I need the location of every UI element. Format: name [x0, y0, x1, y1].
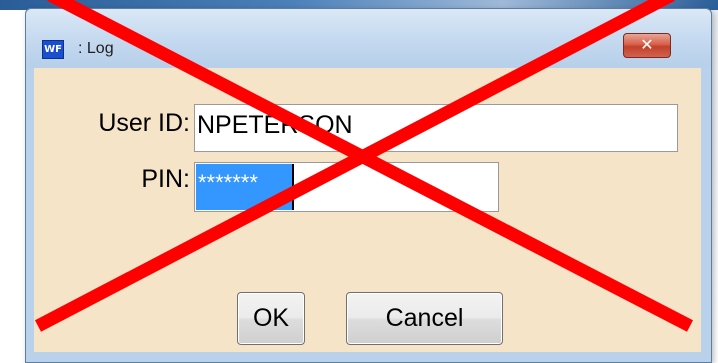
ok-button[interactable]: OK: [237, 292, 305, 345]
app-icon: WF: [42, 40, 64, 59]
close-icon: ✕: [640, 35, 654, 54]
text-caret: [292, 164, 294, 210]
login-dialog: WF : Log ✕ User ID: NPETERSON PIN: *****…: [25, 8, 712, 363]
user-id-label: User ID:: [98, 109, 190, 137]
dialog-body: User ID: NPETERSON PIN: ******* OK Cance…: [34, 68, 701, 352]
user-id-field[interactable]: NPETERSON: [194, 104, 678, 152]
pin-label: PIN:: [141, 165, 190, 193]
cancel-button[interactable]: Cancel: [346, 292, 503, 345]
pin-field[interactable]: *******: [194, 162, 499, 212]
window-title: : Log: [78, 40, 114, 57]
title-bar[interactable]: WF : Log ✕: [26, 9, 711, 67]
close-button[interactable]: ✕: [623, 33, 671, 58]
user-id-value: NPETERSON: [197, 111, 353, 139]
pin-masked-value: *******: [198, 170, 258, 195]
